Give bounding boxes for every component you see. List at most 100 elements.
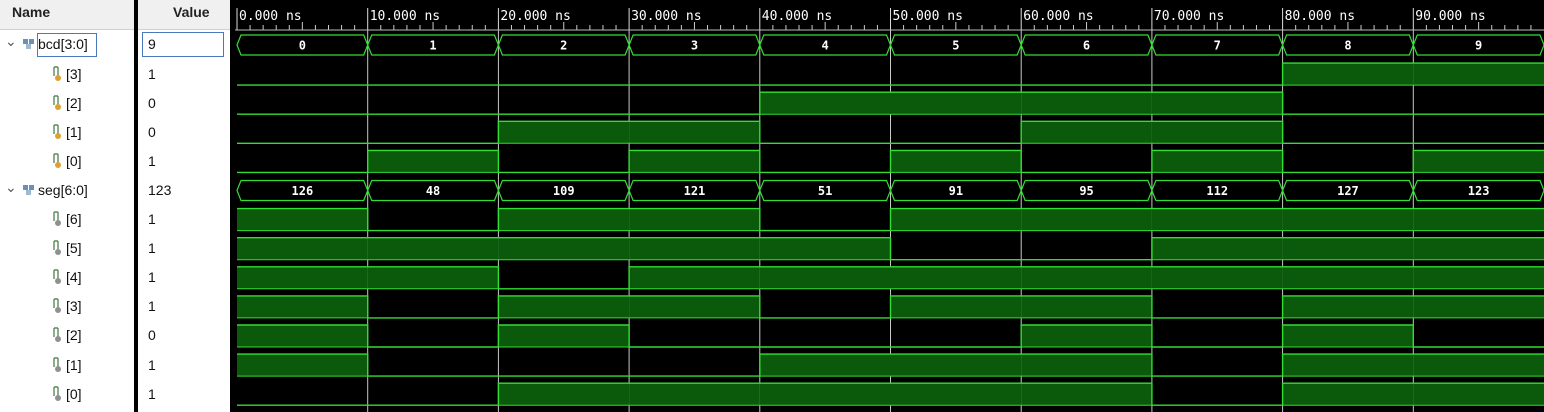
bus-segment-value: 3 — [691, 39, 698, 53]
high-level-fill — [890, 354, 1022, 377]
signal-name: [4] — [66, 269, 82, 286]
signal-row-bit[interactable]: [1] — [0, 118, 134, 147]
time-ruler[interactable]: 0.000 ns 10.000 ns 20.000 ns 30.000 ns 40.00… — [235, 8, 1544, 31]
bit-icon — [53, 124, 61, 139]
high-level-fill — [1282, 266, 1414, 289]
signal-row-bit[interactable]: [4] — [0, 263, 134, 292]
signal-value-row[interactable]: 1 — [138, 205, 230, 234]
name-column-header[interactable]: Name — [0, 0, 134, 30]
high-level-fill — [1413, 266, 1544, 289]
signal-value: 1 — [148, 240, 156, 257]
high-level-fill — [890, 383, 1022, 406]
high-level-fill — [1151, 208, 1283, 231]
high-level-fill — [1282, 354, 1414, 377]
signal-value-row[interactable]: 1 — [138, 380, 230, 409]
signal-value-row[interactable]: 0 — [138, 321, 230, 350]
high-level-fill — [1282, 325, 1414, 347]
bit-waveform[interactable] — [237, 353, 1544, 377]
signal-value-row[interactable]: 1 — [138, 351, 230, 380]
high-level-fill — [759, 354, 891, 377]
bit-waveform[interactable] — [237, 237, 1544, 261]
bit-waveform[interactable] — [237, 91, 1544, 115]
bus-segment-value: 95 — [1079, 184, 1093, 198]
high-level-fill — [237, 266, 368, 289]
bit-waveform[interactable] — [237, 149, 1544, 174]
bit-icon — [53, 65, 61, 81]
signal-name: [6] — [66, 211, 82, 228]
signal-row-bit[interactable]: [2] — [0, 89, 134, 118]
signal-name: seg[6:0] — [38, 181, 88, 198]
signal-name: [5] — [66, 240, 82, 257]
signal-row-bus[interactable]: ⌄ bcd[3:0] — [0, 30, 134, 59]
signal-value: 9 — [148, 36, 156, 53]
high-level-fill — [629, 150, 760, 173]
high-level-fill — [629, 295, 760, 318]
signal-row-bit[interactable]: [0] — [0, 147, 134, 176]
signal-row-bit[interactable]: [1] — [0, 351, 134, 380]
bit-icon — [53, 298, 61, 314]
signal-value-row[interactable]: 9 — [138, 30, 230, 59]
signal-value-row[interactable]: 123 — [138, 176, 230, 205]
high-level-fill — [237, 295, 368, 318]
signal-row-bit[interactable]: [3] — [0, 292, 134, 321]
chevron-down-icon[interactable]: ⌄ — [5, 176, 17, 198]
ruler-tick-label: 0.000 ns — [239, 9, 302, 24]
signal-row-bit[interactable]: [2] — [0, 321, 134, 350]
signal-row-bit[interactable]: [5] — [0, 234, 134, 263]
high-level-fill — [629, 266, 760, 289]
high-level-fill — [1413, 295, 1544, 318]
high-level-fill — [1021, 121, 1152, 144]
signal-value-row[interactable]: 1 — [138, 234, 230, 263]
signal-value-row[interactable]: 1 — [138, 147, 230, 176]
chevron-down-icon[interactable]: ⌄ — [5, 30, 17, 52]
signal-value: 1 — [148, 65, 156, 82]
signal-row-bit[interactable]: [3] — [0, 60, 134, 89]
high-level-fill — [1021, 383, 1152, 406]
bit-waveform[interactable] — [237, 207, 1544, 232]
signal-value-row[interactable]: 1 — [138, 60, 230, 89]
bit-waveform[interactable] — [237, 382, 1544, 406]
signal-value-row[interactable]: 0 — [138, 89, 230, 118]
bus-segment-value: 112 — [1206, 184, 1228, 198]
high-level-fill — [1151, 92, 1283, 115]
ruler-tick-label: 70.000 ns — [1154, 9, 1224, 24]
bus-segment-value: 123 — [1468, 184, 1490, 198]
bus-segment-value: 91 — [949, 184, 963, 198]
signal-value: 0 — [148, 94, 156, 111]
high-level-fill — [367, 150, 499, 173]
bit-icon — [53, 269, 61, 285]
high-level-fill — [237, 237, 368, 260]
signal-name: bcd[3:0] — [38, 36, 88, 53]
high-level-fill — [890, 295, 1022, 318]
bus-segment-value: 4 — [822, 39, 829, 53]
high-level-fill — [1413, 383, 1544, 406]
signal-row-bit[interactable]: [6] — [0, 205, 134, 234]
high-level-fill — [498, 383, 630, 406]
bus-icon — [23, 184, 34, 195]
high-level-fill — [1021, 208, 1152, 231]
high-level-fill — [759, 383, 891, 406]
signal-value: 1 — [148, 385, 156, 402]
high-level-fill — [237, 208, 368, 231]
bus-icon — [23, 39, 34, 50]
signal-value-row[interactable]: 0 — [138, 118, 230, 147]
high-level-fill — [629, 208, 760, 231]
signal-row-bus[interactable]: ⌄ seg[6:0] — [0, 176, 134, 205]
bit-waveform[interactable] — [237, 266, 1544, 290]
high-level-fill — [890, 150, 1022, 173]
value-column-header[interactable]: Value — [138, 0, 230, 30]
bus-segment-value: 9 — [1475, 39, 1482, 53]
waveform-panel[interactable]: 0.000 ns 10.000 ns 20.000 ns 30.000 ns 40.00… — [235, 0, 1544, 412]
signal-name: [3] — [66, 298, 82, 315]
signal-name: [0] — [66, 152, 82, 169]
bus-segment-value: 7 — [1214, 39, 1221, 53]
signal-row-bit[interactable]: [0] — [0, 380, 134, 409]
bus-segment-value: 6 — [1083, 39, 1090, 53]
signal-value-row[interactable]: 1 — [138, 292, 230, 321]
signal-value-row[interactable]: 1 — [138, 263, 230, 292]
high-level-fill — [1021, 295, 1152, 318]
bit-waveform[interactable] — [237, 295, 1544, 319]
signal-name: [0] — [66, 385, 82, 402]
high-level-fill — [1151, 150, 1283, 173]
bus-segment-value: 48 — [426, 184, 440, 198]
